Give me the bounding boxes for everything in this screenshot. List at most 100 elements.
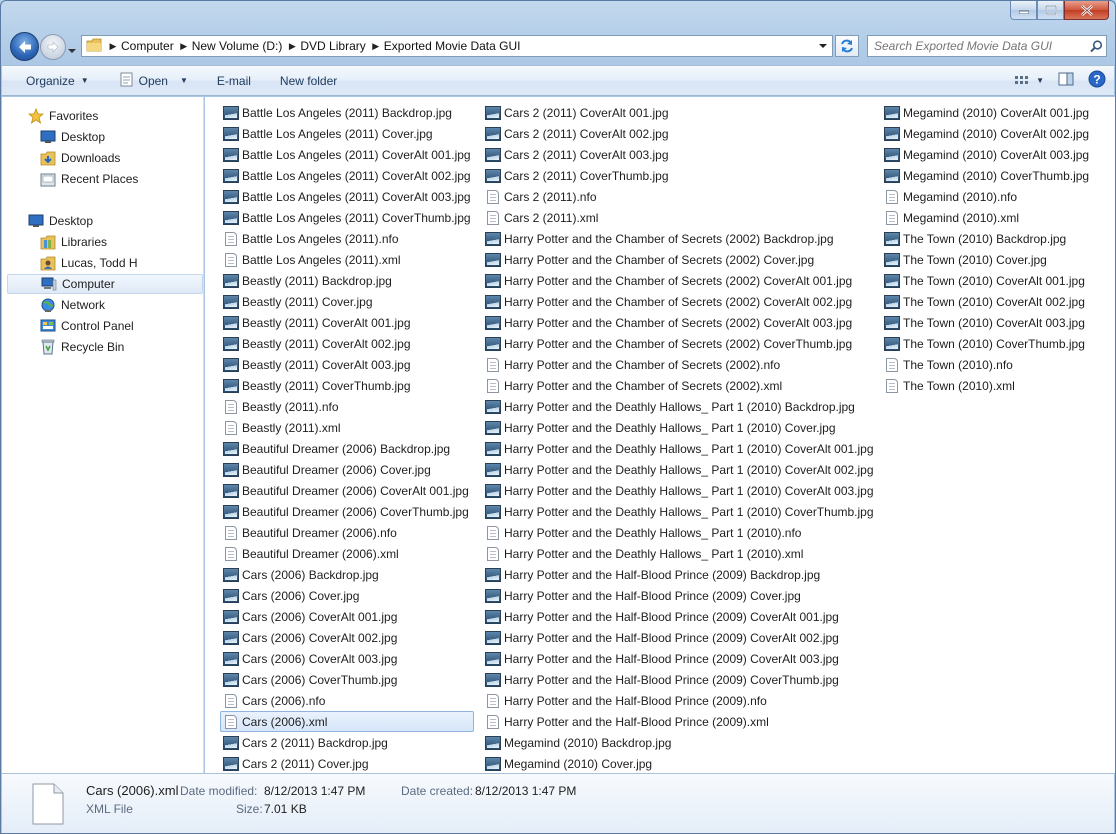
- back-button[interactable]: [10, 32, 39, 61]
- nav-item-libraries[interactable]: Libraries: [2, 232, 202, 252]
- file-item[interactable]: Beautiful Dreamer (2006).xml: [220, 543, 474, 564]
- file-item[interactable]: Harry Potter and the Half-Blood Prince (…: [482, 690, 877, 711]
- file-item[interactable]: Cars (2006) CoverAlt 001.jpg: [220, 606, 474, 627]
- file-item[interactable]: Cars (2006).xml: [220, 711, 474, 732]
- file-item[interactable]: Battle Los Angeles (2011) CoverAlt 001.j…: [220, 144, 474, 165]
- breadcrumb-exported-movie-data[interactable]: Exported Movie Data GUI: [383, 39, 524, 53]
- file-item[interactable]: Megamind (2010).xml: [881, 207, 1092, 228]
- file-item[interactable]: Battle Los Angeles (2011) CoverThumb.jpg: [220, 207, 474, 228]
- search-input[interactable]: [874, 39, 1086, 53]
- preview-pane-button[interactable]: [1058, 72, 1074, 89]
- file-item[interactable]: Cars 2 (2011) CoverAlt 001.jpg: [482, 102, 877, 123]
- new-folder-button[interactable]: New folder: [262, 66, 348, 95]
- nav-item-desktop-favorite[interactable]: Desktop: [2, 127, 202, 147]
- file-item[interactable]: Battle Los Angeles (2011) Backdrop.jpg: [220, 102, 474, 123]
- file-item[interactable]: Cars 2 (2011) Backdrop.jpg: [220, 732, 474, 753]
- file-item[interactable]: Beastly (2011) CoverAlt 003.jpg: [220, 354, 474, 375]
- file-item[interactable]: Megamind (2010) CoverAlt 003.jpg: [881, 144, 1092, 165]
- file-item[interactable]: Beautiful Dreamer (2006) Cover.jpg: [220, 459, 474, 480]
- search-box[interactable]: [867, 35, 1107, 57]
- file-item[interactable]: Beastly (2011).xml: [220, 417, 474, 438]
- file-item[interactable]: Cars (2006) CoverAlt 002.jpg: [220, 627, 474, 648]
- open-button[interactable]: Open ▼: [100, 66, 199, 95]
- address-dropdown-button[interactable]: [814, 36, 832, 56]
- file-item[interactable]: Beastly (2011) CoverAlt 002.jpg: [220, 333, 474, 354]
- file-item[interactable]: Megamind (2010).nfo: [881, 186, 1092, 207]
- nav-item-downloads[interactable]: Downloads: [2, 148, 202, 168]
- file-item[interactable]: Beastly (2011) CoverAlt 001.jpg: [220, 312, 474, 333]
- breadcrumb-dvd-library[interactable]: DVD Library: [299, 39, 368, 53]
- file-item[interactable]: Cars 2 (2011).xml: [482, 207, 877, 228]
- maximize-button[interactable]: [1037, 1, 1064, 20]
- file-item[interactable]: Harry Potter and the Half-Blood Prince (…: [482, 585, 877, 606]
- file-item[interactable]: The Town (2010) Backdrop.jpg: [881, 228, 1092, 249]
- file-item[interactable]: Harry Potter and the Deathly Hallows_ Pa…: [482, 543, 877, 564]
- recent-pages-button[interactable]: [67, 43, 77, 57]
- nav-item-control-panel[interactable]: Control Panel: [2, 316, 202, 336]
- search-icon[interactable]: [1086, 39, 1106, 53]
- file-item[interactable]: Beastly (2011) CoverThumb.jpg: [220, 375, 474, 396]
- forward-button[interactable]: [40, 34, 66, 60]
- file-item[interactable]: Cars 2 (2011) CoverAlt 003.jpg: [482, 144, 877, 165]
- email-button[interactable]: E-mail: [199, 66, 262, 95]
- nav-item-user[interactable]: Lucas, Todd H: [2, 253, 202, 273]
- file-item[interactable]: Beautiful Dreamer (2006) CoverThumb.jpg: [220, 501, 474, 522]
- file-item[interactable]: Harry Potter and the Half-Blood Prince (…: [482, 606, 877, 627]
- file-item[interactable]: Megamind (2010) Cover.jpg: [482, 753, 877, 773]
- nav-item-network[interactable]: Network: [2, 295, 202, 315]
- file-item[interactable]: The Town (2010).nfo: [881, 354, 1092, 375]
- file-item[interactable]: Harry Potter and the Chamber of Secrets …: [482, 291, 877, 312]
- file-item[interactable]: Cars (2006) Cover.jpg: [220, 585, 474, 606]
- organize-button[interactable]: Organize ▼: [2, 66, 100, 95]
- file-item[interactable]: Harry Potter and the Chamber of Secrets …: [482, 354, 877, 375]
- file-item[interactable]: The Town (2010) CoverAlt 002.jpg: [881, 291, 1092, 312]
- file-item[interactable]: Beastly (2011) Cover.jpg: [220, 291, 474, 312]
- file-item[interactable]: Cars (2006) CoverThumb.jpg: [220, 669, 474, 690]
- minimize-button[interactable]: [1010, 1, 1037, 20]
- file-item[interactable]: Harry Potter and the Chamber of Secrets …: [482, 333, 877, 354]
- file-item[interactable]: Harry Potter and the Half-Blood Prince (…: [482, 648, 877, 669]
- file-item[interactable]: The Town (2010) CoverThumb.jpg: [881, 333, 1092, 354]
- file-item[interactable]: Harry Potter and the Half-Blood Prince (…: [482, 669, 877, 690]
- file-item[interactable]: Harry Potter and the Chamber of Secrets …: [482, 375, 877, 396]
- file-item[interactable]: The Town (2010).xml: [881, 375, 1092, 396]
- file-item[interactable]: Cars 2 (2011) CoverAlt 002.jpg: [482, 123, 877, 144]
- file-item[interactable]: Beautiful Dreamer (2006).nfo: [220, 522, 474, 543]
- file-item[interactable]: The Town (2010) CoverAlt 003.jpg: [881, 312, 1092, 333]
- file-item[interactable]: Harry Potter and the Half-Blood Prince (…: [482, 711, 877, 732]
- file-item[interactable]: Harry Potter and the Half-Blood Prince (…: [482, 564, 877, 585]
- file-item[interactable]: Beautiful Dreamer (2006) Backdrop.jpg: [220, 438, 474, 459]
- file-item[interactable]: Megamind (2010) CoverThumb.jpg: [881, 165, 1092, 186]
- nav-item-computer[interactable]: Computer: [7, 274, 203, 294]
- file-item[interactable]: Battle Los Angeles (2011) CoverAlt 003.j…: [220, 186, 474, 207]
- file-item[interactable]: Harry Potter and the Half-Blood Prince (…: [482, 627, 877, 648]
- file-item[interactable]: Megamind (2010) Backdrop.jpg: [482, 732, 877, 753]
- file-item[interactable]: Harry Potter and the Chamber of Secrets …: [482, 312, 877, 333]
- file-item[interactable]: Harry Potter and the Deathly Hallows_ Pa…: [482, 522, 877, 543]
- file-list[interactable]: Battle Los Angeles (2011) Backdrop.jpg Ba…: [205, 97, 1115, 773]
- file-item[interactable]: Harry Potter and the Deathly Hallows_ Pa…: [482, 501, 877, 522]
- file-item[interactable]: Battle Los Angeles (2011).nfo: [220, 228, 474, 249]
- nav-item-desktop[interactable]: Desktop: [2, 211, 202, 231]
- file-item[interactable]: Cars (2006) Backdrop.jpg: [220, 564, 474, 585]
- breadcrumb-arrow-icon[interactable]: ▶: [177, 41, 191, 52]
- file-item[interactable]: Battle Los Angeles (2011) Cover.jpg: [220, 123, 474, 144]
- file-item[interactable]: Harry Potter and the Deathly Hallows_ Pa…: [482, 396, 877, 417]
- file-item[interactable]: Megamind (2010) CoverAlt 001.jpg: [881, 102, 1092, 123]
- refresh-button[interactable]: [835, 35, 859, 57]
- file-item[interactable]: Beautiful Dreamer (2006) CoverAlt 001.jp…: [220, 480, 474, 501]
- nav-item-favorites[interactable]: Favorites: [2, 106, 202, 126]
- help-button[interactable]: ?: [1088, 70, 1106, 91]
- file-item[interactable]: Harry Potter and the Chamber of Secrets …: [482, 249, 877, 270]
- file-item[interactable]: Cars 2 (2011).nfo: [482, 186, 877, 207]
- file-item[interactable]: The Town (2010) Cover.jpg: [881, 249, 1092, 270]
- file-item[interactable]: Cars (2006).nfo: [220, 690, 474, 711]
- file-item[interactable]: Beastly (2011).nfo: [220, 396, 474, 417]
- file-item[interactable]: Harry Potter and the Deathly Hallows_ Pa…: [482, 459, 877, 480]
- file-item[interactable]: Cars 2 (2011) CoverThumb.jpg: [482, 165, 877, 186]
- breadcrumb-computer[interactable]: Computer: [120, 39, 177, 53]
- file-item[interactable]: Harry Potter and the Chamber of Secrets …: [482, 270, 877, 291]
- file-item[interactable]: Beastly (2011) Backdrop.jpg: [220, 270, 474, 291]
- address-bar[interactable]: ▶ Computer ▶ New Volume (D:) ▶ DVD Libra…: [81, 35, 833, 57]
- nav-item-recent-places[interactable]: Recent Places: [2, 169, 202, 189]
